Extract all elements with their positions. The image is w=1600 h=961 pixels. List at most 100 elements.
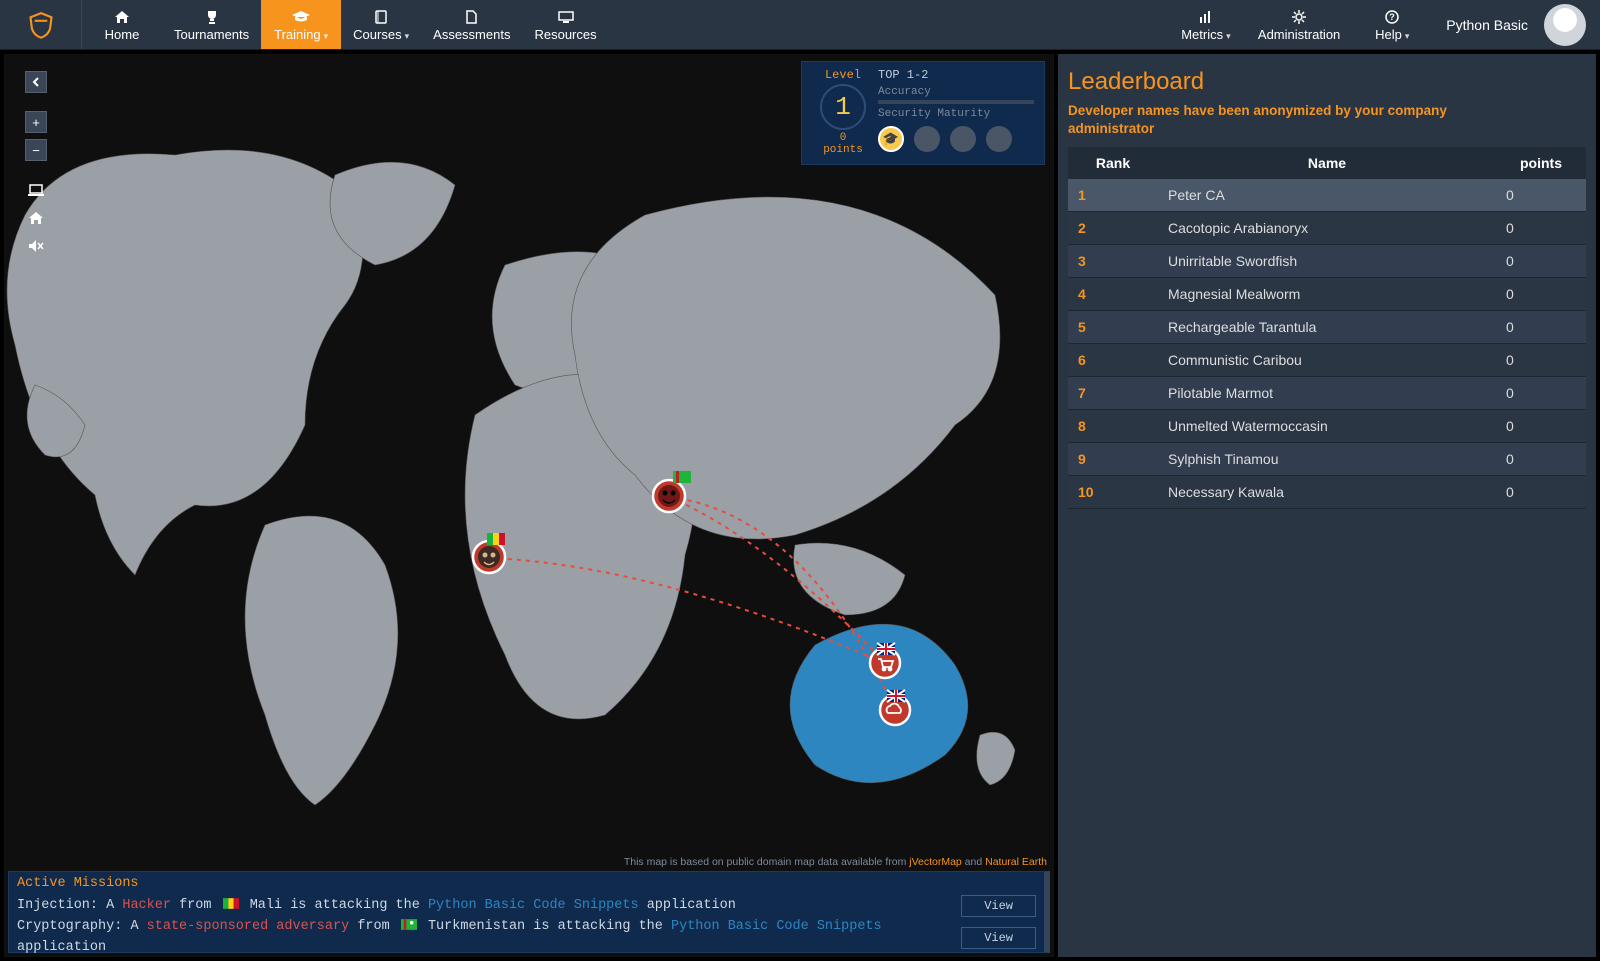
map-mute-button[interactable] <box>25 235 47 257</box>
table-row[interactable]: 2Cacotopic Arabianoryx0 <box>1068 212 1586 245</box>
help-icon: ? <box>1385 9 1399 25</box>
nav-help-label: Help▾ <box>1375 27 1409 42</box>
table-row[interactable]: 4Magnesial Mealworm0 <box>1068 278 1586 311</box>
nav-administration[interactable]: Administration <box>1246 0 1352 49</box>
chevron-left-icon <box>31 77 41 87</box>
book-icon <box>375 9 387 25</box>
mission-view-button[interactable]: View <box>961 895 1036 917</box>
leaderboard-title: Leaderboard <box>1068 68 1586 96</box>
nav-tournaments[interactable]: Tournaments <box>162 0 261 49</box>
monitor-icon <box>558 9 574 25</box>
map-zoom-out-button[interactable]: − <box>25 139 47 161</box>
cell-name: Unirritable Swordfish <box>1158 245 1496 278</box>
shield-logo-icon <box>27 11 55 39</box>
nav-resources[interactable]: Resources <box>522 0 608 49</box>
leaderboard-pane: Leaderboard Developer names have been an… <box>1058 54 1596 957</box>
trophy-icon <box>205 9 219 25</box>
cell-rank: 6 <box>1068 344 1158 377</box>
cell-points: 0 <box>1496 278 1586 311</box>
accuracy-label: Accuracy <box>878 86 1034 98</box>
app-logo[interactable] <box>0 0 82 49</box>
level-panel: Level 1 0points TOP 1-2 Accuracy Securit… <box>801 61 1045 165</box>
cell-points: 0 <box>1496 443 1586 476</box>
level-number: 1 <box>820 84 866 130</box>
col-name: Name <box>1158 147 1496 179</box>
nav-metrics-label: Metrics▾ <box>1181 27 1230 42</box>
nav-metrics[interactable]: Metrics▾ <box>1166 0 1246 49</box>
laptop-icon <box>28 184 44 196</box>
map-fullscreen-button[interactable] <box>25 179 47 201</box>
medal-4-icon <box>986 126 1012 152</box>
nav-resources-label: Resources <box>534 27 596 42</box>
barchart-icon <box>1199 9 1213 25</box>
graduation-icon <box>292 9 310 25</box>
gear-icon <box>1292 9 1306 25</box>
leaderboard-note: Developer names have been anonymized by … <box>1068 102 1448 137</box>
cell-rank: 4 <box>1068 278 1158 311</box>
nav-home-label: Home <box>105 27 140 42</box>
table-row[interactable]: 1Peter CA0 <box>1068 179 1586 212</box>
cell-points: 0 <box>1496 410 1586 443</box>
cell-name: Magnesial Mealworm <box>1158 278 1496 311</box>
level-points: 0points <box>812 132 874 156</box>
map-home-button[interactable] <box>25 207 47 229</box>
medal-2-icon <box>914 126 940 152</box>
cell-name: Communistic Caribou <box>1158 344 1496 377</box>
cell-points: 0 <box>1496 311 1586 344</box>
map-node-mali <box>473 541 505 573</box>
credit-link-1[interactable]: jVectorMap <box>909 856 962 868</box>
map-pane: + − Level 1 0points TOP 1-2 Accuracy Sec… <box>4 54 1054 957</box>
cell-name: Sylphish Tinamou <box>1158 443 1496 476</box>
nav-assessments-label: Assessments <box>433 27 510 42</box>
cell-points: 0 <box>1496 476 1586 509</box>
world-map[interactable] <box>5 55 1054 825</box>
nav-tournaments-label: Tournaments <box>174 27 249 42</box>
credit-link-2[interactable]: Natural Earth <box>985 856 1047 868</box>
map-zoom-in-button[interactable]: + <box>25 111 47 133</box>
cell-rank: 7 <box>1068 377 1158 410</box>
table-row[interactable]: 9Sylphish Tinamou0 <box>1068 443 1586 476</box>
table-row[interactable]: 5Rechargeable Tarantula0 <box>1068 311 1586 344</box>
nav-administration-label: Administration <box>1258 27 1340 42</box>
nav-assessments[interactable]: Assessments <box>421 0 522 49</box>
mission-row: Cryptography: A state-sponsored adversar… <box>17 917 1036 957</box>
cell-name: Peter CA <box>1158 179 1496 212</box>
mission-text: Injection: A Hacker from Mali is attacki… <box>17 896 951 917</box>
missions-title: Active Missions <box>17 876 1036 891</box>
table-row[interactable]: 6Communistic Caribou0 <box>1068 344 1586 377</box>
cell-points: 0 <box>1496 179 1586 212</box>
home-icon <box>28 211 44 225</box>
document-icon <box>466 9 477 25</box>
cell-name: Unmelted Watermoccasin <box>1158 410 1496 443</box>
mission-row: Injection: A Hacker from Mali is attacki… <box>17 895 1036 917</box>
table-row[interactable]: 7Pilotable Marmot0 <box>1068 377 1586 410</box>
avatar[interactable] <box>1544 4 1586 46</box>
table-row[interactable]: 3Unirritable Swordfish0 <box>1068 245 1586 278</box>
cell-rank: 8 <box>1068 410 1158 443</box>
nav-home[interactable]: Home <box>82 0 162 49</box>
leaderboard-table: Rank Name points 1Peter CA02Cacotopic Ar… <box>1068 147 1586 509</box>
accuracy-bar <box>878 100 1034 104</box>
cell-name: Necessary Kawala <box>1158 476 1496 509</box>
plus-icon: + <box>32 115 40 130</box>
nav-username[interactable]: Python Basic <box>1432 0 1542 49</box>
level-top: TOP 1-2 <box>878 68 1034 82</box>
col-points: points <box>1496 147 1586 179</box>
mission-view-button[interactable]: View <box>961 927 1036 949</box>
cell-points: 0 <box>1496 245 1586 278</box>
map-credit: This map is based on public domain map d… <box>624 856 1047 868</box>
nav-help[interactable]: ? Help▾ <box>1352 0 1432 49</box>
medal-3-icon <box>950 126 976 152</box>
cell-rank: 3 <box>1068 245 1158 278</box>
cell-rank: 5 <box>1068 311 1158 344</box>
minus-icon: − <box>32 143 40 158</box>
cell-name: Pilotable Marmot <box>1158 377 1496 410</box>
nav-courses[interactable]: Courses▾ <box>341 0 421 49</box>
nav-courses-label: Courses▾ <box>353 27 409 42</box>
table-row[interactable]: 10Necessary Kawala0 <box>1068 476 1586 509</box>
nav-training[interactable]: Training▾ <box>261 0 341 49</box>
top-nav: Home Tournaments Training▾ Courses▾ Asse… <box>0 0 1600 50</box>
cell-rank: 2 <box>1068 212 1158 245</box>
table-row[interactable]: 8Unmelted Watermoccasin0 <box>1068 410 1586 443</box>
map-back-button[interactable] <box>25 71 47 93</box>
